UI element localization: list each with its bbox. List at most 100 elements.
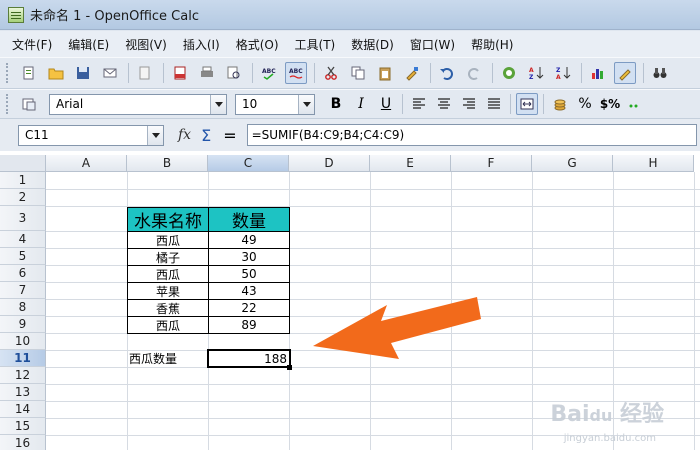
table-cell-fruit[interactable]: 香蕉 <box>127 300 209 317</box>
name-box[interactable]: C11 <box>18 124 164 146</box>
add-decimal-button[interactable] <box>624 93 646 115</box>
bold-button[interactable]: B <box>325 93 347 115</box>
chevron-down-icon[interactable] <box>147 125 163 145</box>
row-header-7[interactable]: 7 <box>0 282 46 299</box>
save-button[interactable] <box>72 62 94 84</box>
column-header-e[interactable]: E <box>370 155 451 172</box>
table-header-fruit-name[interactable]: 水果名称 <box>127 207 209 232</box>
table-cell-fruit[interactable]: 橘子 <box>127 249 209 266</box>
row-header-4[interactable]: 4 <box>0 231 46 248</box>
column-header-g[interactable]: G <box>532 155 613 172</box>
menu-tools[interactable]: 工具(T) <box>295 36 336 53</box>
table-cell-quantity[interactable]: 22 <box>208 300 290 317</box>
row-header-14[interactable]: 14 <box>0 401 46 418</box>
menu-view[interactable]: 视图(V) <box>125 36 167 53</box>
sort-ascending-button[interactable]: AZ <box>525 62 547 84</box>
row-header-2[interactable]: 2 <box>0 189 46 206</box>
function-icon[interactable]: = <box>223 126 236 145</box>
show-draw-functions-button[interactable] <box>614 62 636 84</box>
redo-button[interactable] <box>463 62 485 84</box>
menu-window[interactable]: 窗口(W) <box>410 36 455 53</box>
active-cell-c11[interactable]: 188 <box>207 349 291 368</box>
align-center-button[interactable] <box>433 93 455 115</box>
svg-text:A: A <box>529 67 534 74</box>
italic-button[interactable]: I <box>350 93 372 115</box>
row-header-8[interactable]: 8 <box>0 299 46 316</box>
menu-format[interactable]: 格式(O) <box>236 36 279 53</box>
row-header-6[interactable]: 6 <box>0 265 46 282</box>
undo-button[interactable] <box>436 62 458 84</box>
open-button[interactable] <box>45 62 67 84</box>
select-all-corner[interactable] <box>0 155 46 172</box>
table-cell-quantity[interactable]: 49 <box>208 232 290 249</box>
edit-file-button[interactable] <box>134 62 156 84</box>
menu-edit[interactable]: 编辑(E) <box>68 36 109 53</box>
function-wizard-icon[interactable]: fx <box>178 127 191 143</box>
table-cell-quantity[interactable]: 30 <box>208 249 290 266</box>
fill-handle[interactable] <box>287 365 292 370</box>
copy-button[interactable] <box>347 62 369 84</box>
table-cell-quantity[interactable]: 50 <box>208 266 290 283</box>
spreadsheet-grid[interactable]: A B C D E F G H 1 2 3 4 5 6 7 8 9 10 11 … <box>0 151 700 450</box>
font-name-combo[interactable]: Arial <box>49 93 227 115</box>
row-header-16[interactable]: 16 <box>0 435 46 450</box>
row-header-3[interactable]: 3 <box>0 206 46 231</box>
percent-format-button[interactable]: % <box>574 93 596 115</box>
sum-icon[interactable]: Σ <box>201 126 211 145</box>
chart-button[interactable] <box>587 62 609 84</box>
format-paintbrush-button[interactable] <box>401 62 423 84</box>
paste-button[interactable] <box>374 62 396 84</box>
navigator-button[interactable] <box>498 62 520 84</box>
spellcheck-button[interactable]: ABC <box>258 62 280 84</box>
currency-format-button[interactable] <box>549 93 571 115</box>
new-document-button[interactable] <box>18 62 40 84</box>
table-cell-quantity[interactable]: 89 <box>208 317 290 334</box>
autospellcheck-button[interactable]: ABC <box>285 62 307 84</box>
row-header-12[interactable]: 12 <box>0 367 46 384</box>
print-button[interactable] <box>196 62 218 84</box>
menu-help[interactable]: 帮助(H) <box>471 36 513 53</box>
cut-button[interactable] <box>320 62 342 84</box>
menu-file[interactable]: 文件(F) <box>12 36 52 53</box>
row-header-10[interactable]: 10 <box>0 333 46 350</box>
row-header-1[interactable]: 1 <box>0 172 46 189</box>
sort-descending-button[interactable]: ZA <box>552 62 574 84</box>
toolbar-grip[interactable] <box>6 94 10 114</box>
column-header-b[interactable]: B <box>127 155 208 172</box>
row-header-5[interactable]: 5 <box>0 248 46 265</box>
align-left-button[interactable] <box>408 93 430 115</box>
email-button[interactable] <box>99 62 121 84</box>
table-cell-fruit[interactable]: 西瓜 <box>127 317 209 334</box>
formula-input[interactable]: =SUMIF(B4:C9;B4;C4:C9) <box>246 124 697 146</box>
export-pdf-button[interactable] <box>169 62 191 84</box>
print-preview-button[interactable] <box>223 62 245 84</box>
column-header-c[interactable]: C <box>208 155 289 172</box>
table-cell-fruit[interactable]: 苹果 <box>127 283 209 300</box>
styles-formatting-button[interactable] <box>18 93 40 115</box>
column-header-h[interactable]: H <box>613 155 694 172</box>
font-size-combo[interactable]: 10 <box>235 93 315 115</box>
row-header-9[interactable]: 9 <box>0 316 46 333</box>
row-header-15[interactable]: 15 <box>0 418 46 435</box>
column-header-d[interactable]: D <box>289 155 370 172</box>
menu-insert[interactable]: 插入(I) <box>183 36 220 53</box>
row-header-13[interactable]: 13 <box>0 384 46 401</box>
align-right-button[interactable] <box>458 93 480 115</box>
toolbar-grip[interactable] <box>6 63 10 83</box>
table-cell-fruit[interactable]: 西瓜 <box>127 266 209 283</box>
number-format-button[interactable]: $% <box>599 93 621 115</box>
table-header-quantity[interactable]: 数量 <box>208 207 290 232</box>
find-button[interactable] <box>649 62 671 84</box>
column-header-a[interactable]: A <box>46 155 127 172</box>
column-header-f[interactable]: F <box>451 155 532 172</box>
chevron-down-icon[interactable] <box>210 94 226 114</box>
chevron-down-icon[interactable] <box>298 94 314 114</box>
row-header-11[interactable]: 11 <box>0 350 46 367</box>
result-label-cell[interactable]: 西瓜数量 <box>129 350 207 367</box>
menu-data[interactable]: 数据(D) <box>351 36 394 53</box>
table-cell-fruit[interactable]: 西瓜 <box>127 232 209 249</box>
justify-button[interactable] <box>483 93 505 115</box>
table-cell-quantity[interactable]: 43 <box>208 283 290 300</box>
merge-cells-button[interactable] <box>516 93 538 115</box>
underline-button[interactable]: U <box>375 93 397 115</box>
